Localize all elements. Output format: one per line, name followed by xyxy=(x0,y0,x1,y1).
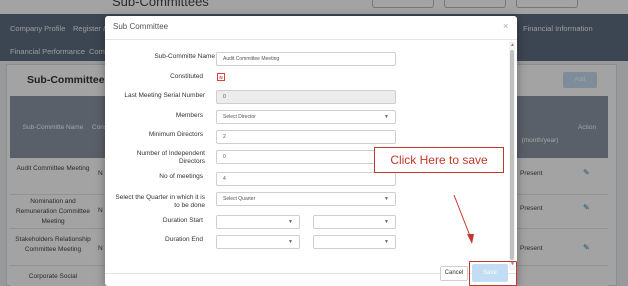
chevron-down-icon: ▼ xyxy=(384,219,389,225)
chevron-down-icon: ▼ xyxy=(384,239,389,245)
save-highlight-box xyxy=(469,261,517,286)
minimum-directors-field[interactable]: 2 xyxy=(216,130,396,144)
close-icon[interactable]: × xyxy=(503,21,508,31)
chevron-down-icon: ▼ xyxy=(384,196,389,202)
members-select-value: Select Director xyxy=(223,114,256,120)
label-select-quarter: Select the Quarter in which it is to be … xyxy=(115,194,205,209)
chevron-down-icon: ▼ xyxy=(384,114,389,120)
independent-directors-field[interactable]: 0 xyxy=(216,150,396,164)
chevron-down-icon: ▼ xyxy=(288,219,293,225)
no-of-meetings-field[interactable]: 4 xyxy=(216,172,396,186)
label-constituted: Constituted xyxy=(170,73,203,80)
label-members: Members xyxy=(175,112,203,119)
cancel-button[interactable]: Cancel xyxy=(440,266,468,281)
modal-title: Sub Committee xyxy=(113,22,169,31)
label-minimum-directors: Minimum Directors xyxy=(148,131,203,138)
label-subcommittee-name: Sub-Committe Name xyxy=(154,53,215,60)
save-callout: Click Here to save xyxy=(374,147,504,173)
members-select[interactable]: Select Director ▼ xyxy=(216,110,396,124)
constituted-checkbox[interactable]: N xyxy=(217,73,225,81)
modal-header: Sub Committee × xyxy=(105,16,517,40)
chevron-down-icon: ▼ xyxy=(288,239,293,245)
quarter-select[interactable]: Select Quarter ▼ xyxy=(216,192,396,206)
duration-start-month-select[interactable]: ▼ xyxy=(216,215,300,229)
scroll-thumb[interactable] xyxy=(510,50,514,260)
last-meeting-serial-field: 0 xyxy=(216,90,396,104)
modal-scrollbar[interactable]: ▲ ▼ xyxy=(509,42,515,270)
label-duration-start: Duration Start xyxy=(162,217,203,224)
duration-start-year-select[interactable]: ▼ xyxy=(313,215,396,229)
duration-end-month-select[interactable]: ▼ xyxy=(216,235,300,249)
label-independent-directors: Number of Independent Directors xyxy=(136,150,205,165)
quarter-select-value: Select Quarter xyxy=(223,196,256,202)
label-duration-end: Duration End xyxy=(165,236,203,243)
label-no-of-meetings: No of meetings xyxy=(159,173,203,180)
scroll-up-icon[interactable]: ▲ xyxy=(510,42,515,48)
subcommittee-name-field[interactable]: Audit Committee Meeting xyxy=(216,52,396,66)
label-last-meeting-serial: Last Meeting Serial Number xyxy=(124,92,205,99)
duration-end-year-select[interactable]: ▼ xyxy=(313,235,396,249)
